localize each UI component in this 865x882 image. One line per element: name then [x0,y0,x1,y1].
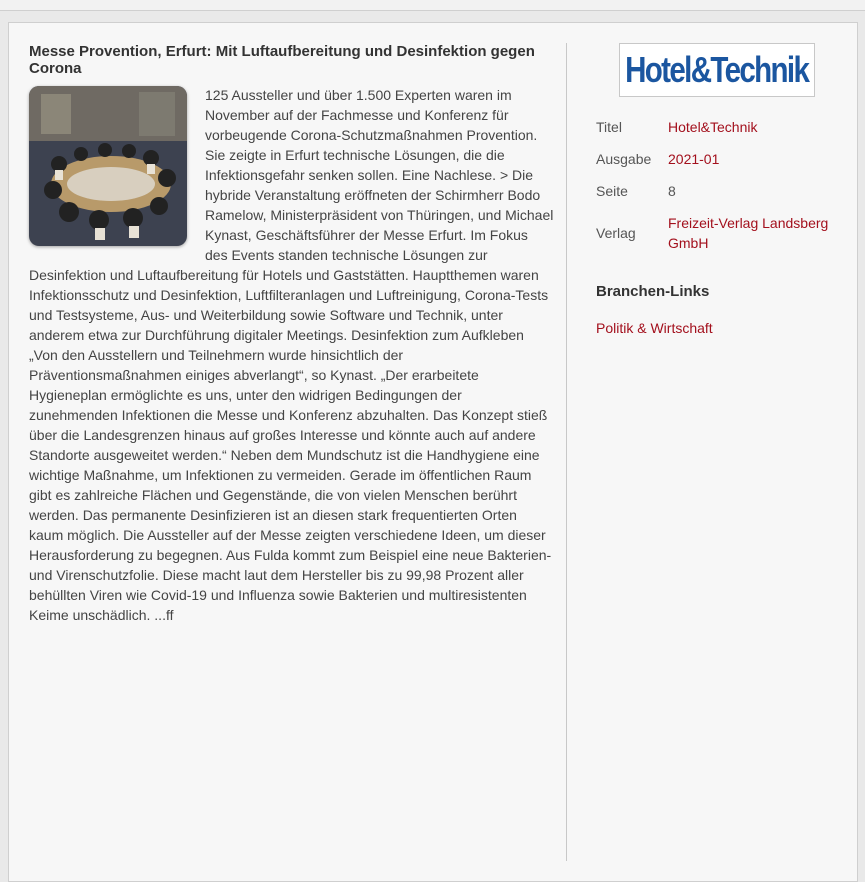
article-thumbnail[interactable] [29,86,187,246]
conference-photo-image [29,86,187,246]
meta-value-seite: 8 [668,183,676,199]
branchen-links-heading: Branchen-Links [596,283,710,300]
meta-label: Seite [596,183,628,199]
meta-value-ausgabe[interactable]: 2021-01 [658,143,841,175]
article-page: Messe Provention, Erfurt: Mit Luftaufber… [8,22,858,882]
article: Messe Provention, Erfurt: Mit Luftaufber… [29,43,554,625]
meta-row-verlag: Verlag Freizeit-Verlag Landsberg GmbH [586,207,841,259]
branchen-link-politik-wirtschaft[interactable]: Politik & Wirtschaft [596,320,841,336]
meta-row-titel: Titel Hotel&Technik [586,111,841,143]
column-divider [566,43,567,861]
article-body: 125 Aussteller und über 1.500 Experten w… [29,85,554,625]
magazine-logo[interactable]: Hotel&Technik [619,43,815,97]
logo-wordmark: Hotel&Technik [625,49,810,90]
meta-row-seite: Seite 8 [586,175,841,207]
meta-value-verlag[interactable]: Freizeit-Verlag Landsberg GmbH [658,207,841,259]
meta-label: Ausgabe [596,151,652,167]
meta-value-titel[interactable]: Hotel&Technik [658,111,841,143]
issue-meta-table: Titel Hotel&Technik Ausgabe 2021-01 Seit… [586,111,841,259]
meta-label: Verlag [596,225,636,241]
meta-label: Titel [596,119,622,135]
sidebar: Hotel&Technik Titel Hotel&Technik Ausgab… [586,43,841,336]
meta-row-ausgabe: Ausgabe 2021-01 [586,143,841,175]
top-strip [0,0,865,11]
article-title: Messe Provention, Erfurt: Mit Luftaufber… [29,43,535,77]
